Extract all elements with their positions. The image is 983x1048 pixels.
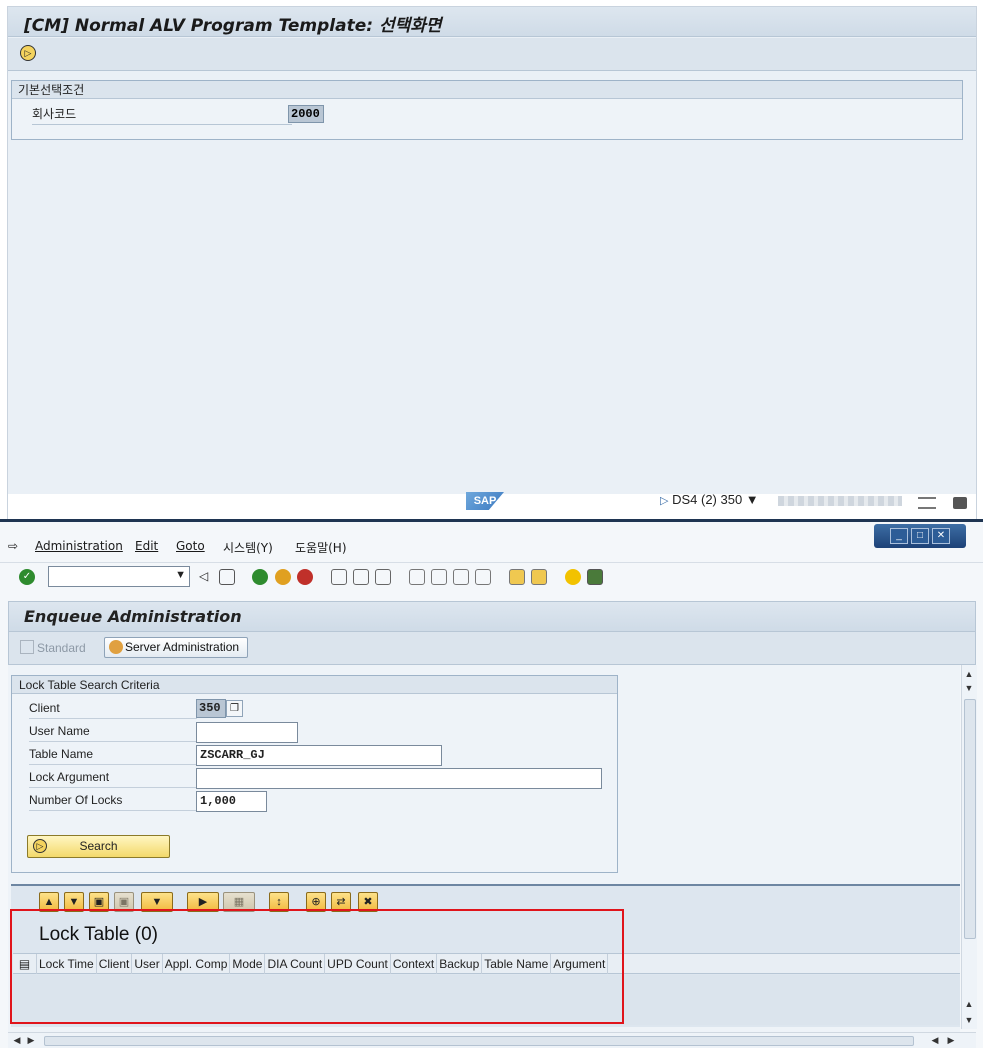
previous-page-icon[interactable] — [431, 569, 447, 585]
page-down-icon[interactable]: ▼ — [962, 683, 976, 693]
menu-system[interactable]: 시스템(Y) — [223, 539, 273, 556]
standard-button[interactable]: Standard — [20, 638, 86, 658]
save-icon[interactable] — [219, 569, 235, 585]
server-administration-button[interactable]: Server Administration — [104, 637, 249, 658]
back-icon[interactable] — [252, 569, 268, 585]
horizontal-scrollbar[interactable]: ◀ ▶ ◀ ▶ — [8, 1032, 976, 1048]
selection-group-box: 기본선택조건 회사코드 2000 — [11, 80, 963, 140]
system-id: DS4 (2) 350 ▼ — [672, 492, 759, 507]
window-border — [0, 519, 983, 522]
page-title: Enqueue Administration — [24, 607, 242, 626]
layout-icon[interactable] — [587, 569, 603, 585]
blurred-status-info — [778, 496, 902, 506]
number-of-locks-label: Number Of Locks — [29, 790, 197, 811]
server-icon — [109, 640, 123, 654]
title-bar: Enqueue Administration — [8, 601, 976, 632]
scroll-left-icon[interactable]: ◀ — [10, 1035, 24, 1046]
selection-screen-window: [CM] Normal ALV Program Template: 선택화면 ▷… — [7, 6, 977, 520]
lock-argument-label: Lock Argument — [29, 767, 197, 788]
menu-exit-icon[interactable]: ⇨ — [8, 539, 18, 553]
scroll-right-icon[interactable]: ▶ — [944, 1035, 958, 1046]
group-title: Lock Table Search Criteria — [12, 676, 617, 694]
find-next-icon[interactable] — [375, 569, 391, 585]
client-label: Client — [29, 698, 197, 719]
scroll-thumb[interactable] — [44, 1036, 914, 1046]
scroll-up-icon[interactable]: ▲ — [962, 669, 976, 679]
help-icon[interactable] — [565, 569, 581, 585]
exit-icon[interactable] — [275, 569, 291, 585]
application-toolbar: ▷ — [8, 38, 976, 71]
scroll-right-icon[interactable]: ▶ — [24, 1035, 38, 1046]
server-administration-label: Server Administration — [125, 640, 240, 654]
execute-icon: ▷ — [33, 839, 47, 853]
menu-goto[interactable]: Goto — [176, 539, 205, 553]
last-page-icon[interactable] — [475, 569, 491, 585]
shortcut-icon[interactable] — [531, 569, 547, 585]
lock-argument-input[interactable] — [196, 768, 602, 789]
new-session-icon[interactable] — [509, 569, 525, 585]
menu-help[interactable]: 도움말(H) — [295, 539, 347, 556]
vertical-scrollbar[interactable]: ▲ ▼ ▲ ▼ — [961, 665, 977, 1029]
cancel-icon[interactable] — [297, 569, 313, 585]
first-page-icon[interactable] — [409, 569, 425, 585]
scroll-down-icon[interactable]: ▼ — [962, 1015, 976, 1025]
chevron-down-icon[interactable]: ▼ — [175, 569, 186, 581]
lock-icon[interactable] — [953, 497, 967, 509]
user-name-input[interactable] — [196, 722, 298, 743]
command-field[interactable]: ▼ — [48, 566, 190, 587]
scroll-thumb[interactable] — [964, 699, 976, 939]
table-name-label: Table Name — [29, 744, 197, 765]
client-input[interactable]: 350 — [196, 699, 226, 718]
menu-bar: ⇨ Administration Edit Goto 시스템(Y) 도움말(H) — [0, 534, 983, 558]
multiple-selection-icon[interactable]: ❐ — [226, 700, 243, 717]
back-arrow-icon[interactable]: ◁ — [199, 569, 215, 585]
status-arrow-icon[interactable]: ▷ — [660, 495, 668, 507]
company-code-input[interactable]: 2000 — [288, 105, 324, 123]
standard-label: Standard — [37, 641, 86, 655]
group-title: 기본선택조건 — [12, 81, 962, 99]
print-icon[interactable] — [331, 569, 347, 585]
menu-administration[interactable]: Administration — [35, 539, 123, 553]
next-page-icon[interactable] — [453, 569, 469, 585]
page-up-icon[interactable]: ▲ — [962, 999, 976, 1009]
settings-icon[interactable] — [918, 497, 936, 509]
number-of-locks-input[interactable]: 1,000 — [196, 791, 267, 812]
system-info[interactable]: ▷ DS4 (2) 350 ▼ — [660, 492, 759, 507]
page-title: [CM] Normal ALV Program Template: 선택화면 — [24, 16, 442, 36]
find-icon[interactable] — [353, 569, 369, 585]
search-label: Search — [79, 839, 118, 853]
standard-icon — [20, 640, 34, 654]
table-name-input[interactable]: ZSCARR_GJ — [196, 745, 442, 766]
execute-icon[interactable]: ▷ — [20, 45, 36, 61]
search-criteria-group: Lock Table Search Criteria Client 350 ❐ … — [11, 675, 618, 873]
highlight-box — [10, 909, 624, 1024]
search-button[interactable]: ▷ Search — [27, 835, 170, 858]
company-code-label: 회사코드 — [32, 105, 292, 125]
user-name-label: User Name — [29, 721, 197, 742]
menu-edit[interactable]: Edit — [135, 539, 158, 553]
enter-icon[interactable]: ✓ — [19, 569, 35, 585]
scroll-left-icon[interactable]: ◀ — [928, 1035, 942, 1046]
title-bar: [CM] Normal ALV Program Template: 선택화면 — [8, 7, 976, 37]
